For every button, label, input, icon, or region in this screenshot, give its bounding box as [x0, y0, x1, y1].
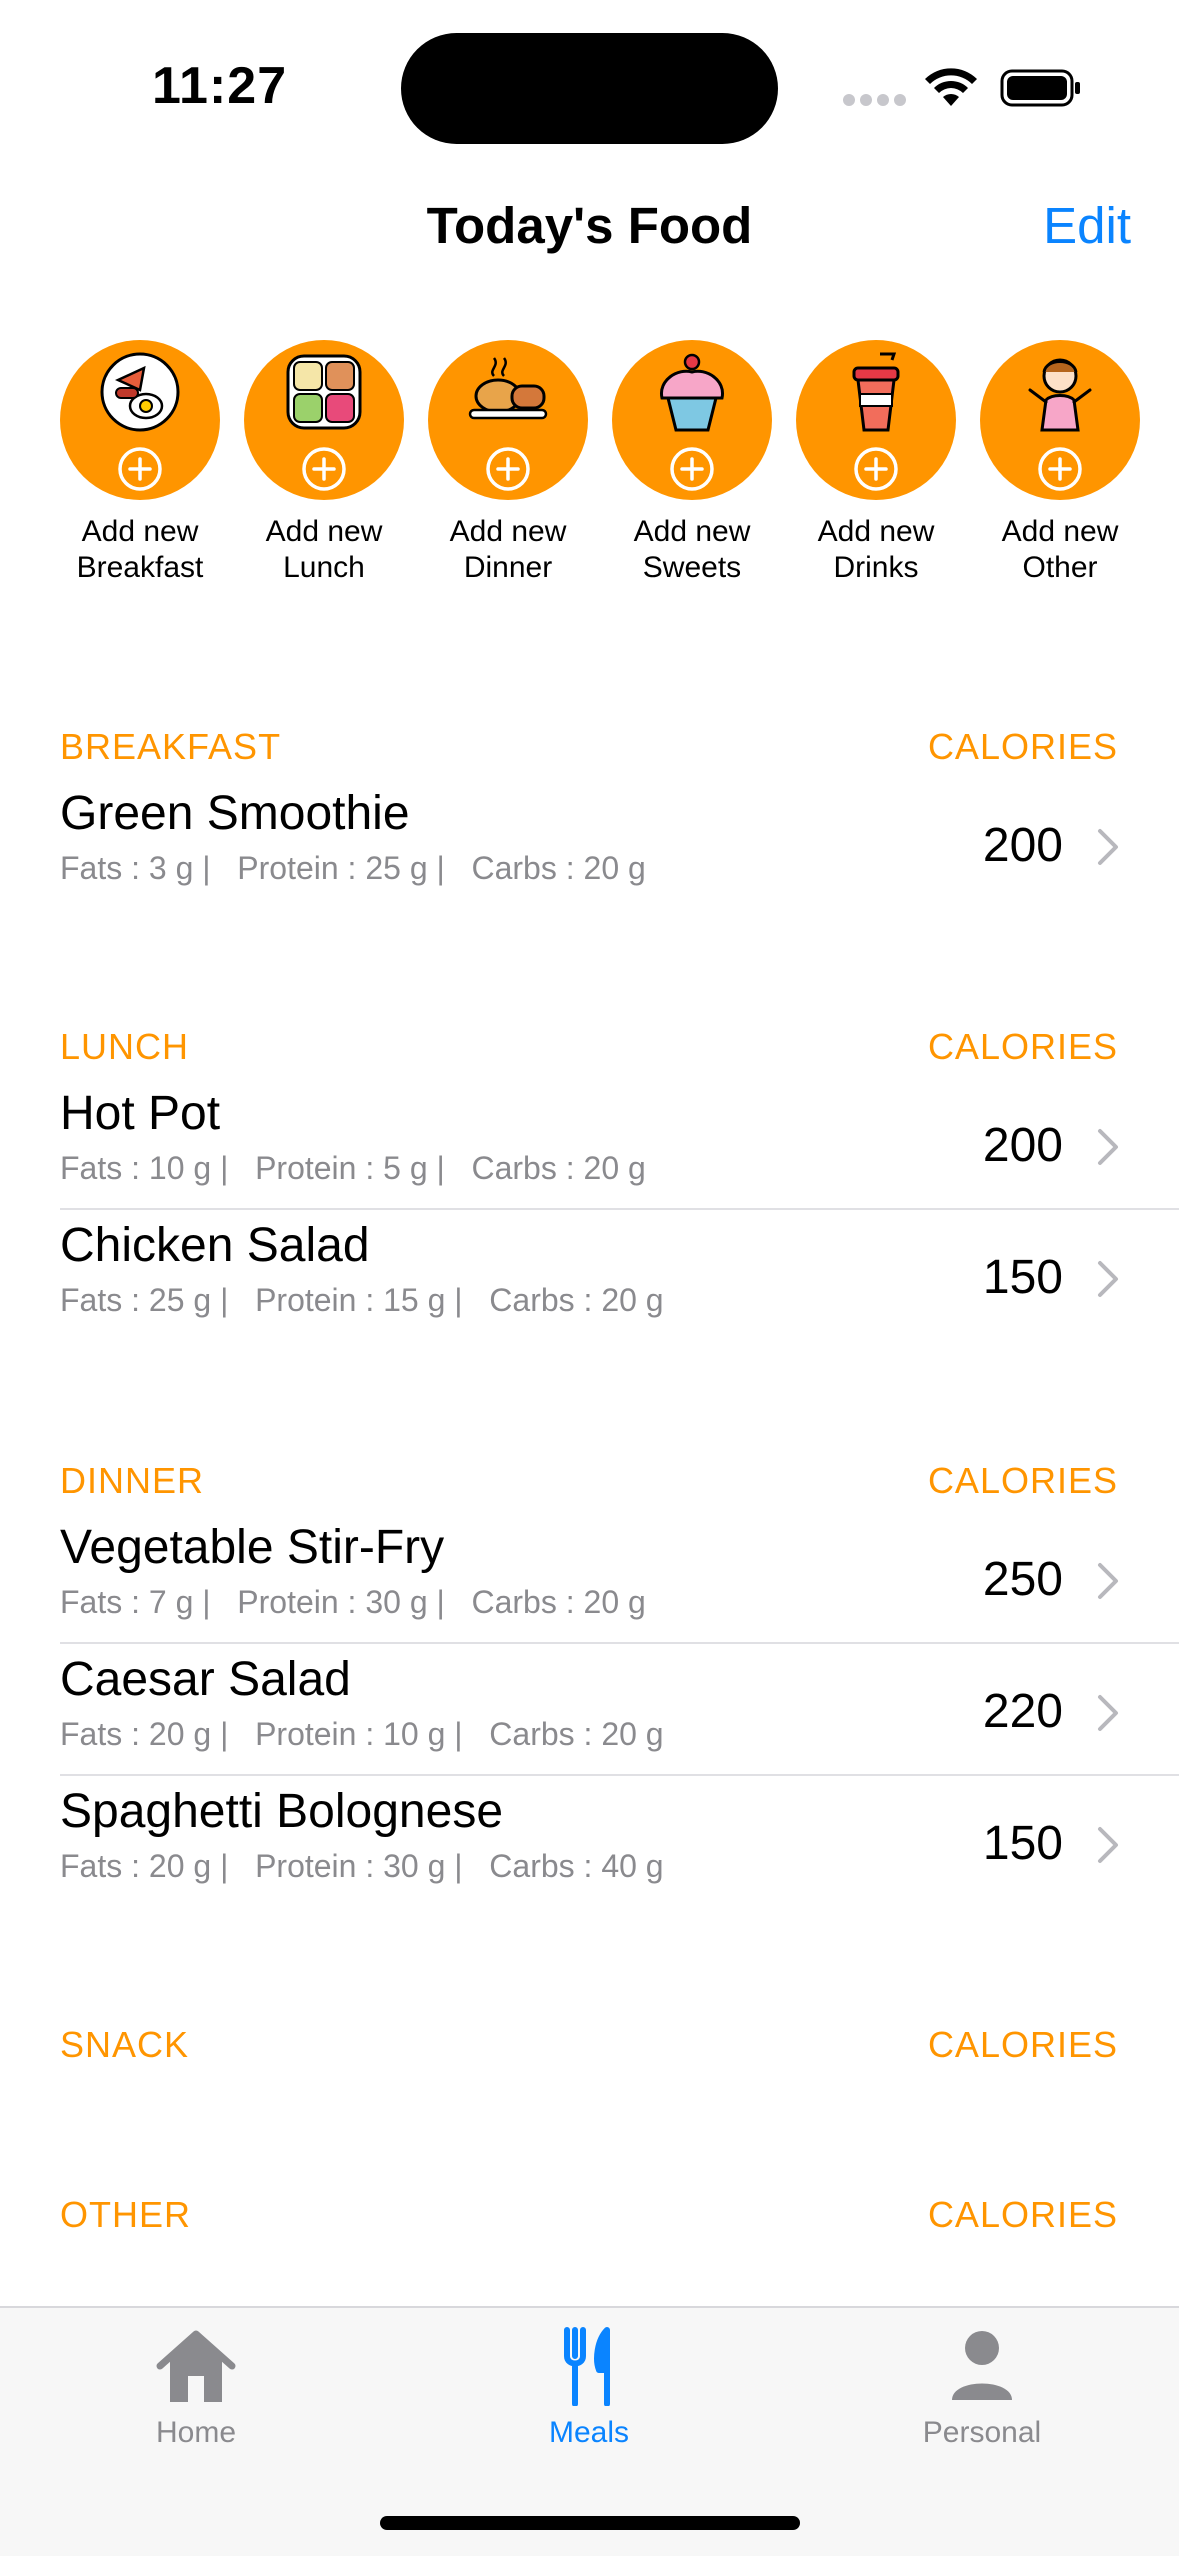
chevron-right-icon [1098, 1129, 1118, 1165]
food-row[interactable]: Spaghetti Bolognese Fats : 20 g | Protei… [0, 1776, 1179, 1908]
add-drinks-label: Add new Drinks [817, 515, 935, 584]
food-macros: Fats : 7 g | Protein : 30 g | Carbs : 20… [60, 1584, 646, 1620]
chevron-right-icon [1098, 1261, 1118, 1297]
food-row[interactable]: Chicken Salad Fats : 25 g | Protein : 15… [0, 1210, 1179, 1342]
fork-knife-icon [564, 2327, 610, 2406]
add-breakfast-button[interactable]: Add new Breakfast [48, 340, 232, 586]
food-calories: 200 [982, 1119, 1063, 1172]
breakfast-plate-icon [100, 352, 180, 432]
person-icon [952, 2331, 1012, 2400]
plus-circle-icon [670, 447, 714, 491]
tab-label: Personal [922, 2416, 1042, 2449]
plus-circle-icon [118, 447, 162, 491]
home-indicator [380, 2516, 800, 2530]
tab-label: Meals [548, 2416, 630, 2449]
status-time: 11:27 [152, 57, 288, 115]
tab-home[interactable]: Home [76, 2326, 316, 2450]
food-row[interactable]: Hot Pot Fats : 10 g | Protein : 5 g | Ca… [0, 1078, 1179, 1210]
calories-header: CALORIES [927, 726, 1118, 767]
calories-header: CALORIES [927, 2194, 1118, 2235]
food-name: Caesar Salad [60, 1653, 351, 1706]
food-name: Hot Pot [60, 1087, 221, 1140]
food-calories: 220 [982, 1685, 1063, 1738]
add-drinks-circle [796, 340, 956, 500]
add-dinner-label: Add new Dinner [449, 515, 567, 584]
add-other-button[interactable]: Add new Other [968, 340, 1152, 586]
add-lunch-label: Add new Lunch [265, 515, 383, 584]
section-lunch: LUNCH CALORIES Hot Pot Fats : 10 g | Pro… [0, 1018, 1179, 1342]
person-shrug-icon [1028, 358, 1092, 432]
plus-circle-icon [1038, 447, 1082, 491]
add-dinner-button[interactable]: Add new Dinner [416, 340, 600, 586]
section-title: SNACK [60, 2024, 190, 2065]
drink-cup-icon [852, 352, 900, 432]
food-macros: Fats : 25 g | Protein : 15 g | Carbs : 2… [60, 1282, 664, 1318]
page-title: Today's Food [426, 197, 753, 254]
wifi-icon [925, 68, 977, 106]
food-row[interactable]: Vegetable Stir-Fry Fats : 7 g | Protein … [0, 1512, 1179, 1644]
chevron-right-icon [1098, 1695, 1118, 1731]
add-other-label: Add new Other [1001, 515, 1119, 584]
section-title: OTHER [60, 2194, 191, 2235]
add-sweets-circle [612, 340, 772, 500]
section-title: BREAKFAST [60, 726, 282, 767]
add-breakfast-label: Add new Breakfast [76, 515, 204, 584]
plus-circle-icon [486, 447, 530, 491]
dinner-chicken-icon [468, 357, 548, 420]
add-other-circle [980, 340, 1140, 500]
food-macros: Fats : 20 g | Protein : 10 g | Carbs : 2… [60, 1716, 664, 1752]
section-header: DINNER CALORIES [0, 1452, 1179, 1512]
section-dinner: DINNER CALORIES Vegetable Stir-Fry Fats … [0, 1452, 1179, 1908]
food-calories: 200 [982, 819, 1063, 872]
add-sweets-label: Add new Sweets [633, 515, 751, 584]
chevron-right-icon [1098, 1563, 1118, 1599]
calories-header: CALORIES [927, 1026, 1118, 1067]
lunch-box-icon [286, 354, 362, 430]
food-macros: Fats : 20 g | Protein : 30 g | Carbs : 4… [60, 1848, 664, 1884]
chevron-right-icon [1098, 829, 1118, 865]
section-header: LUNCH CALORIES [0, 1018, 1179, 1078]
cupcake-icon [660, 353, 724, 432]
add-breakfast-circle [60, 340, 220, 500]
section-header: BREAKFAST CALORIES [0, 718, 1179, 778]
section-title: DINNER [60, 1460, 205, 1501]
section-header: SNACK CALORIES [0, 2016, 1179, 2076]
food-row[interactable]: Green Smoothie Fats : 3 g | Protein : 25… [0, 778, 1179, 910]
food-name: Vegetable Stir-Fry [60, 1521, 445, 1574]
add-lunch-circle [244, 340, 404, 500]
section-snack: SNACK CALORIES [0, 2016, 1179, 2076]
chevron-right-icon [1098, 1827, 1118, 1863]
tab-personal[interactable]: Personal [862, 2326, 1102, 2450]
food-row[interactable]: Caesar Salad Fats : 20 g | Protein : 10 … [0, 1644, 1179, 1776]
food-calories: 250 [982, 1553, 1063, 1606]
food-name: Green Smoothie [60, 787, 410, 840]
house-icon [156, 2330, 236, 2402]
plus-circle-icon [854, 447, 898, 491]
section-other: OTHER CALORIES [0, 2186, 1179, 2246]
food-calories: 150 [982, 1251, 1063, 1304]
cellular-signal-icon [843, 94, 906, 106]
battery-icon [1000, 69, 1080, 107]
section-breakfast: BREAKFAST CALORIES Green Smoothie Fats :… [0, 718, 1179, 910]
section-header: OTHER CALORIES [0, 2186, 1179, 2246]
tab-meals[interactable]: Meals [469, 2326, 709, 2450]
calories-header: CALORIES [927, 1460, 1118, 1501]
food-calories: 150 [982, 1817, 1063, 1870]
food-name: Chicken Salad [60, 1219, 370, 1272]
calories-header: CALORIES [927, 2024, 1118, 2065]
plus-circle-icon [302, 447, 346, 491]
tab-label: Home [155, 2416, 237, 2449]
add-dinner-circle [428, 340, 588, 500]
add-lunch-button[interactable]: Add new Lunch [232, 340, 416, 586]
food-macros: Fats : 3 g | Protein : 25 g | Carbs : 20… [60, 850, 646, 886]
status-bar: 11:27 [0, 0, 1179, 170]
edit-button[interactable]: Edit [1043, 196, 1131, 255]
food-name: Spaghetti Bolognese [60, 1785, 504, 1838]
food-macros: Fats : 10 g | Protein : 5 g | Carbs : 20… [60, 1150, 646, 1186]
quick-add-row: Add new Breakfast Add new Lunch Add new … [48, 340, 1140, 600]
dynamic-island [401, 33, 778, 144]
add-drinks-button[interactable]: Add new Drinks [784, 340, 968, 586]
section-title: LUNCH [60, 1026, 190, 1067]
add-sweets-button[interactable]: Add new Sweets [600, 340, 784, 586]
